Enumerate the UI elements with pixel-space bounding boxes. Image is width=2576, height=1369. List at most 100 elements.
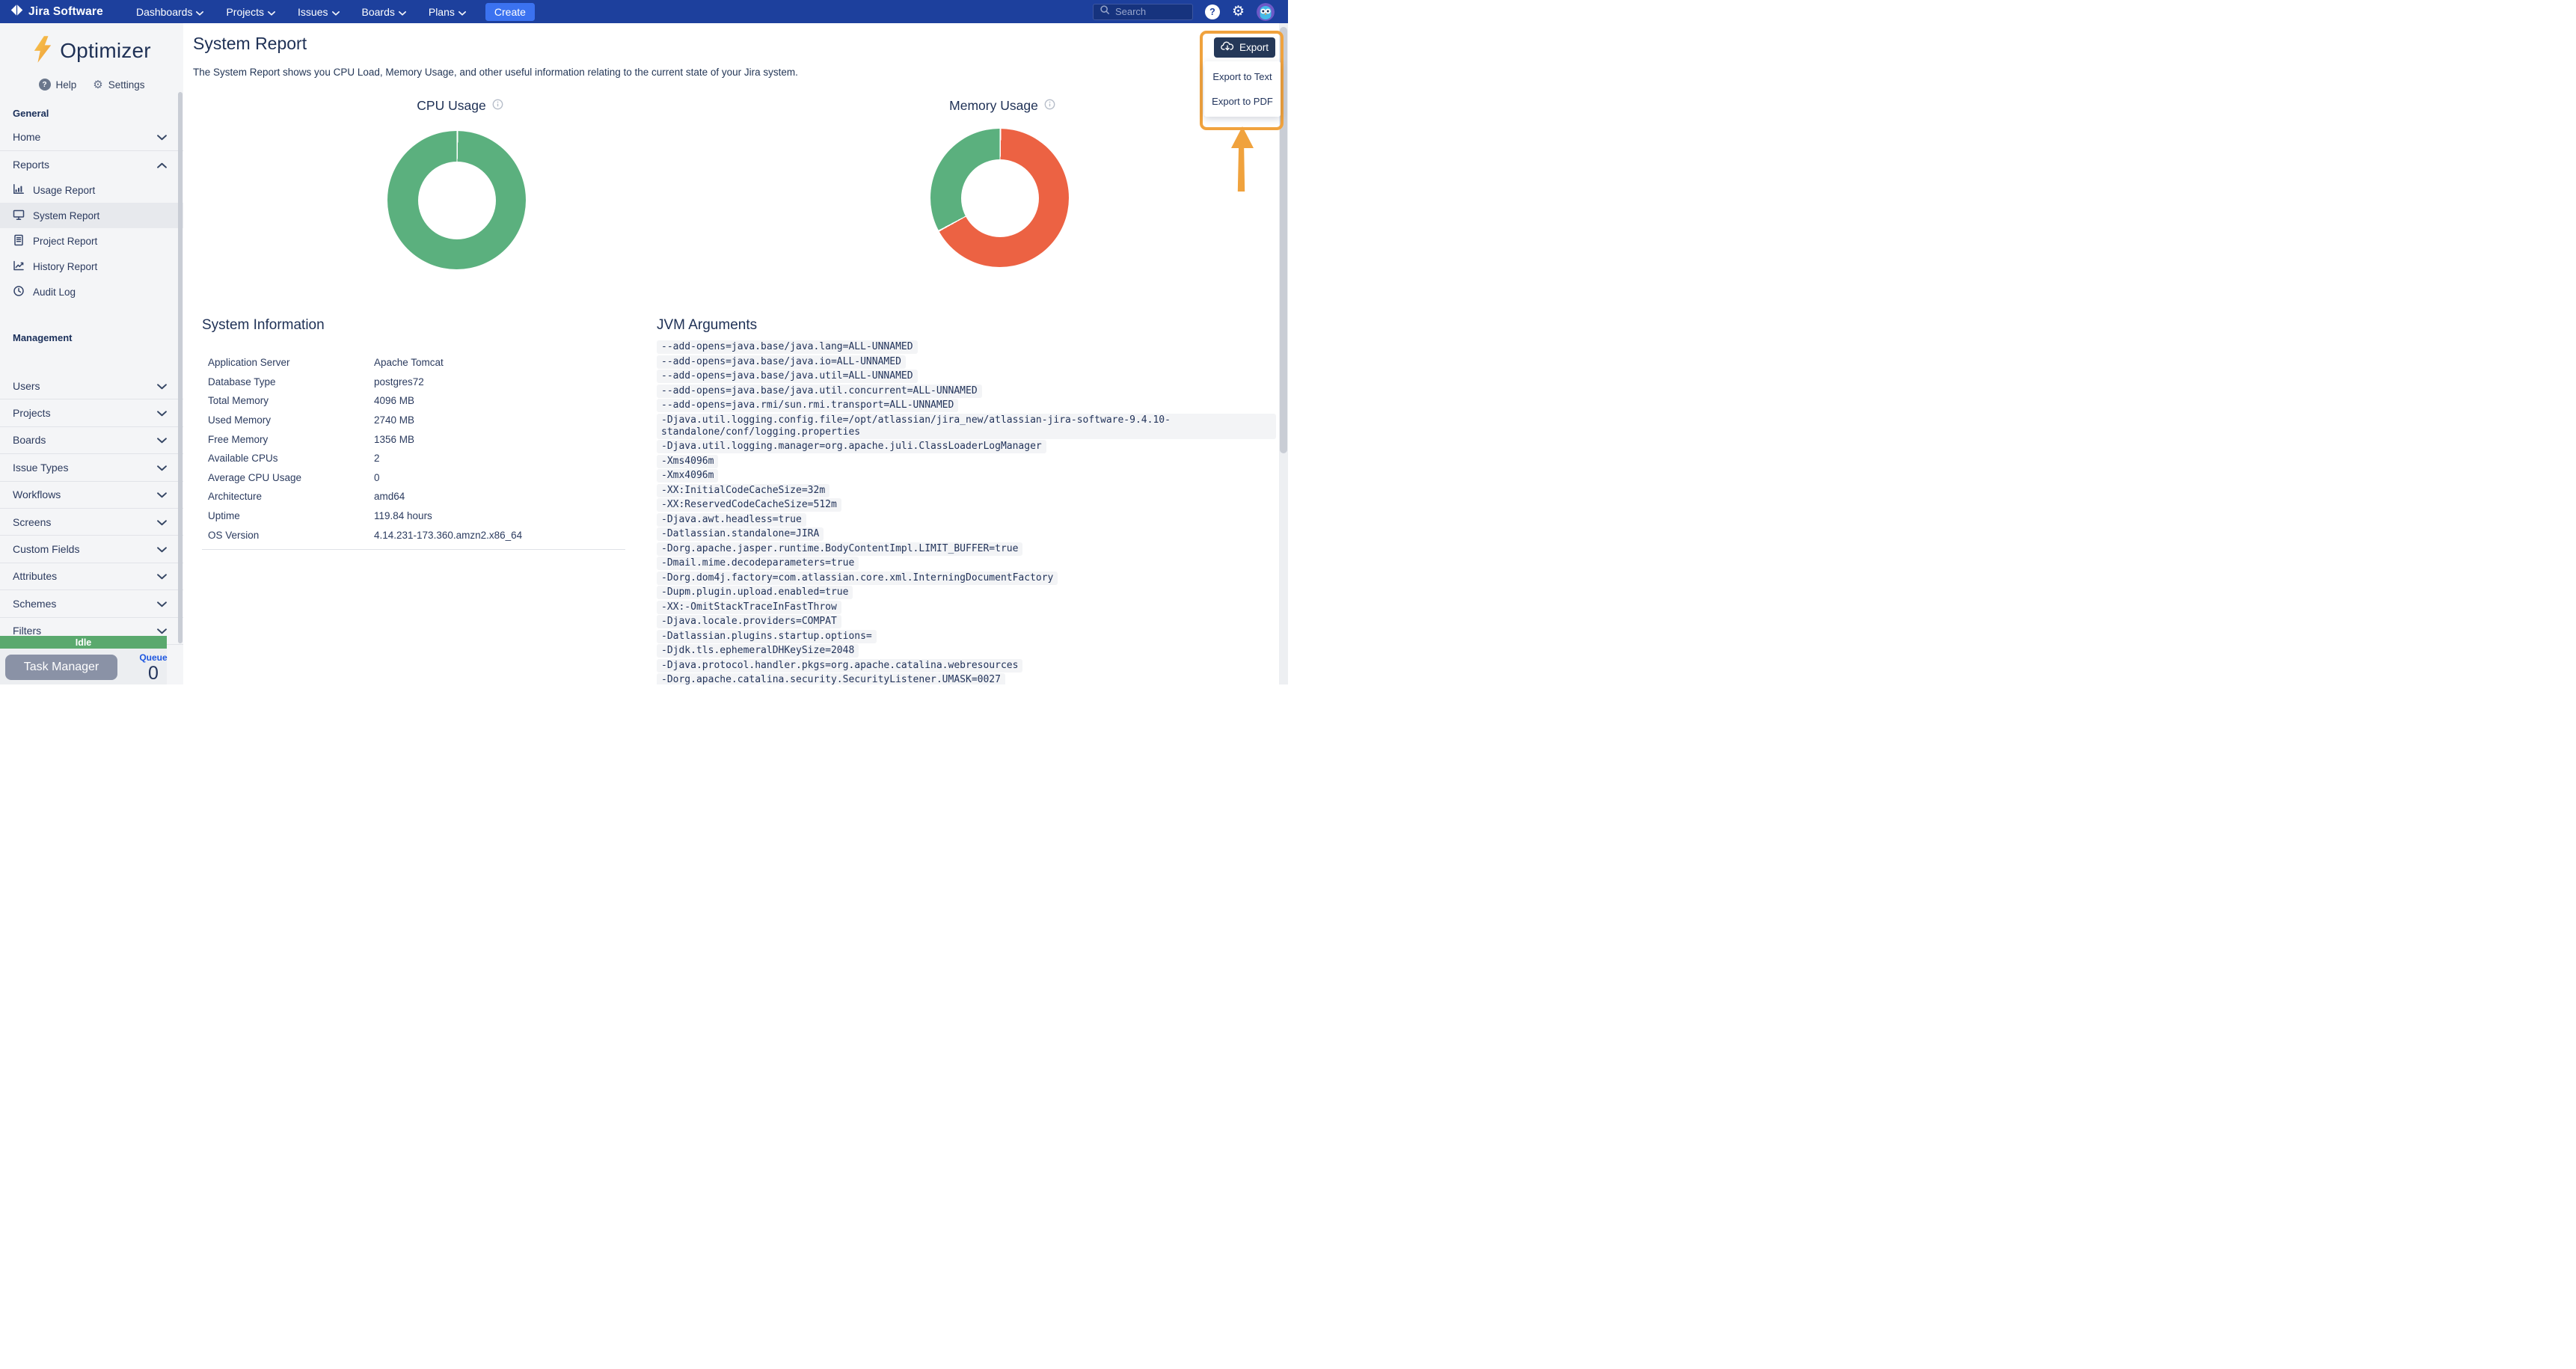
row-value: 2 (374, 453, 380, 464)
export-menu-item[interactable]: Export to Text (1204, 68, 1281, 85)
cpu-chart-title-text: CPU Usage (417, 98, 485, 114)
row-label: Architecture (208, 491, 374, 502)
sidebar-item-label: Screens (13, 516, 51, 528)
management-list: Users Projects Boards Issue Types Workfl… (0, 373, 183, 645)
sidebar-item[interactable]: Issue Types (0, 454, 183, 481)
row-value: Apache Tomcat (374, 357, 444, 368)
gear-icon[interactable]: ⚙ (1232, 4, 1245, 19)
nav-projects[interactable]: Projects (226, 6, 275, 18)
table-row: Architecture amd64 (202, 487, 625, 506)
jvm-argument: -XX:-OmitStackTraceInFastThrow (657, 601, 841, 614)
help-icon[interactable]: ? (1205, 4, 1220, 19)
nav-dashboards-label: Dashboards (136, 6, 193, 18)
jvm-argument: -Djdk.tls.ephemeralDHKeySize=2048 (657, 644, 859, 658)
nav-dashboards[interactable]: Dashboards (136, 6, 204, 18)
sidebar-item-label: Schemes (13, 598, 56, 610)
navbar-right: ? ⚙ (1093, 0, 1288, 23)
sidebar-item[interactable]: Users (0, 373, 183, 399)
sidebar-help-button[interactable]: ? Help (39, 79, 77, 91)
sidebar-item-label: System Report (33, 210, 99, 221)
chevron-down-icon (157, 625, 167, 637)
row-value: 0 (374, 472, 380, 483)
sidebar-item-label: Boards (13, 434, 46, 446)
sidebar-quick-links: ? Help ⚙ Settings (0, 77, 183, 92)
sidebar-item-label: Home (13, 131, 40, 143)
section-management: Management (13, 332, 72, 343)
create-button[interactable]: Create (485, 3, 535, 21)
sidebar-item-reports[interactable]: Reports (0, 151, 183, 177)
jvm-argument: --add-opens=java.base/java.util=ALL-UNNA… (657, 370, 918, 383)
chevron-down-icon (332, 6, 340, 18)
export-dropdown-menu: Export to Text Export to PDF (1204, 61, 1281, 117)
sidebar-item-audit-log[interactable]: Audit Log (0, 279, 183, 304)
export-menu-item[interactable]: Export to PDF (1204, 93, 1281, 110)
table-row: Database Type postgres72 (202, 373, 625, 392)
document-icon (13, 234, 25, 248)
page-scrollbar-thumb[interactable] (1280, 27, 1287, 453)
sidebar-item[interactable]: Custom Fields (0, 536, 183, 563)
jvm-argument: -Dorg.apache.catalina.security.SecurityL… (657, 673, 1005, 684)
sidebar-item-project-report[interactable]: Project Report (0, 228, 183, 254)
sidebar-settings-button[interactable]: ⚙ Settings (93, 79, 144, 91)
sidebar-item[interactable]: Screens (0, 509, 183, 536)
jira-brand[interactable]: Jira Software (10, 4, 103, 20)
sidebar-item-usage-report[interactable]: Usage Report (0, 177, 183, 203)
navbar-search[interactable] (1093, 4, 1193, 20)
brand-name: Jira Software (28, 5, 103, 19)
chevron-down-icon (157, 462, 167, 474)
lightning-icon (32, 35, 53, 67)
row-label: Total Memory (208, 395, 374, 406)
system-info-title: System Information (202, 317, 325, 334)
sidebar-item[interactable]: Boards (0, 427, 183, 454)
jira-optimizer-app: Jira Software Dashboards Projects Issues… (0, 0, 1288, 684)
jvm-argument: -Djava.util.logging.manager=org.apache.j… (657, 440, 1046, 453)
task-manager-button[interactable]: Task Manager (5, 655, 117, 680)
sidebar-item-home[interactable]: Home (0, 123, 183, 151)
navbar-menu: Dashboards Projects Issues Boards Plans (136, 6, 466, 18)
info-icon[interactable] (492, 98, 503, 114)
table-row: Used Memory 2740 MB (202, 411, 625, 430)
cpu-usage-donut-chart (387, 131, 526, 269)
sidebar-item[interactable]: Schemes (0, 590, 183, 617)
nav-boards[interactable]: Boards (362, 6, 406, 18)
sidebar-item-label: Filters (13, 625, 41, 637)
nav-plans[interactable]: Plans (429, 6, 466, 18)
optimizer-logo: Optimizer (0, 34, 183, 67)
sidebar-item[interactable]: Workflows (0, 482, 183, 509)
sidebar-help-label: Help (56, 79, 77, 91)
row-label: Used Memory (208, 414, 374, 426)
avatar[interactable] (1257, 3, 1275, 21)
main-content: System Report The System Report shows yo… (183, 23, 1279, 684)
nav-issues[interactable]: Issues (298, 6, 339, 18)
nav-issues-label: Issues (298, 6, 328, 18)
chevron-down-icon (157, 434, 167, 446)
jvm-argument: -Djava.util.logging.config.file=/opt/atl… (657, 414, 1276, 439)
sidebar-scrollbar[interactable] (178, 92, 183, 643)
queue-label: Queue (133, 652, 174, 663)
row-value: 4.14.231-173.360.amzn2.x86_64 (374, 530, 522, 541)
cloud-download-icon (1221, 41, 1234, 54)
export-button[interactable]: Export (1214, 37, 1275, 58)
chevron-down-icon (157, 570, 167, 582)
jvm-arguments-list: --add-opens=java.base/java.lang=ALL-UNNA… (657, 340, 1276, 684)
jvm-argument: -XX:ReservedCodeCacheSize=512m (657, 498, 841, 512)
sidebar-item[interactable]: Attributes (0, 563, 183, 590)
jvm-argument: -Dorg.dom4j.factory=com.atlassian.core.x… (657, 572, 1058, 585)
sidebar-item-system-report[interactable]: System Report (0, 203, 183, 228)
jvm-argument: -Datlassian.plugins.startup.options= (657, 630, 877, 643)
chevron-down-icon (157, 407, 167, 419)
search-input[interactable] (1115, 6, 1186, 17)
info-icon[interactable] (1044, 98, 1055, 114)
row-label: Uptime (208, 510, 374, 521)
top-navbar: Jira Software Dashboards Projects Issues… (0, 0, 1288, 23)
cpu-chart-title: CPU Usage (337, 98, 583, 114)
search-icon (1100, 4, 1110, 19)
jvm-argument: -Xms4096m (657, 455, 718, 468)
sidebar-item[interactable]: Projects (0, 399, 183, 426)
jvm-argument: -Xmx4096m (657, 469, 718, 483)
chevron-down-icon (157, 543, 167, 555)
sidebar-item-history-report[interactable]: History Report (0, 254, 183, 279)
chevron-down-icon (157, 489, 167, 500)
row-value: amd64 (374, 491, 405, 502)
table-row: Application Server Apache Tomcat (202, 353, 625, 373)
